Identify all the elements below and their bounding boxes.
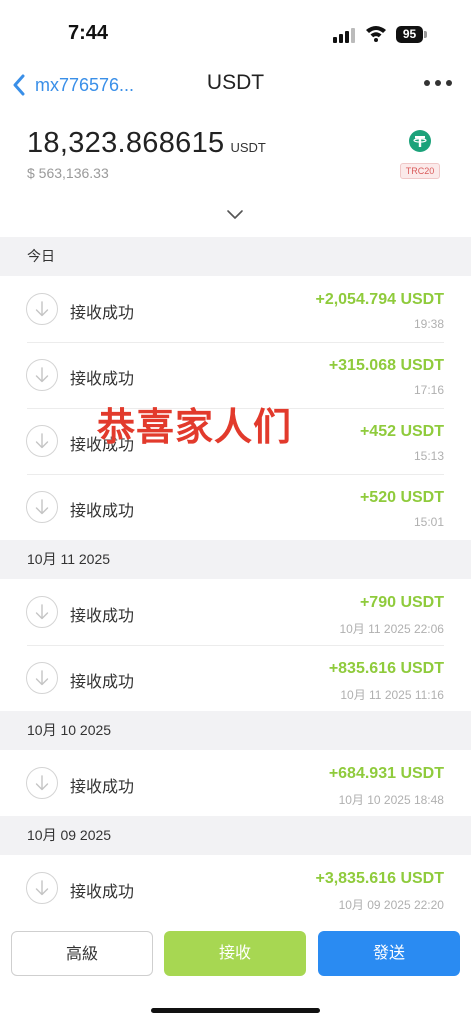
bottom-action-bar: 高級 接收 發送 (0, 916, 471, 1024)
transaction-status: 接收成功 (70, 305, 135, 322)
transaction-amount: +3,835.616 USDT (315, 870, 444, 887)
status-time: 7:44 (68, 22, 109, 44)
transaction-status: 接收成功 (70, 884, 135, 901)
receive-arrow-icon (26, 425, 58, 457)
account-name: mx776576... (35, 74, 135, 95)
transaction-status: 接收成功 (70, 674, 135, 691)
battery-indicator: 95 (396, 26, 423, 43)
section-header: 今日 (0, 237, 471, 276)
transaction-amount: +452 USDT (359, 423, 444, 440)
transaction-amount: +835.616 USDT (328, 660, 444, 677)
transaction-status: 接收成功 (70, 779, 135, 796)
home-indicator[interactable] (151, 1008, 320, 1013)
transaction-row[interactable]: 接收成功 +835.616 USDT 10月 11 2025 11:16 (0, 645, 471, 711)
transaction-row[interactable]: 接收成功 +790 USDT 10月 11 2025 22:06 (0, 579, 471, 645)
transaction-status: 接收成功 (70, 371, 135, 388)
receive-button[interactable]: 接收 (164, 931, 306, 976)
more-dot (446, 80, 452, 86)
send-button[interactable]: 發送 (318, 931, 460, 976)
more-dot (435, 80, 441, 86)
receive-arrow-icon (26, 596, 58, 628)
receive-arrow-icon (26, 767, 58, 799)
receive-arrow-icon (26, 872, 58, 904)
receive-arrow-icon (26, 293, 58, 325)
transaction-time: 19:38 (413, 317, 444, 331)
transaction-amount: +315.068 USDT (328, 357, 444, 374)
transaction-row[interactable]: 接收成功 +3,835.616 USDT 10月 09 2025 22:20 (0, 855, 471, 921)
tether-icon (409, 130, 431, 152)
section-header: 10月 10 2025 (0, 711, 471, 750)
network-badge: TRC20 (400, 163, 440, 179)
receive-arrow-icon (26, 662, 58, 694)
transaction-amount: +520 USDT (359, 489, 444, 506)
transaction-row[interactable]: 接收成功 +452 USDT 15:13 (0, 408, 471, 474)
transaction-status: 接收成功 (70, 503, 135, 520)
transaction-time: 15:01 (413, 515, 444, 529)
section-header: 10月 09 2025 (0, 816, 471, 855)
advanced-button[interactable]: 高級 (11, 931, 153, 976)
transaction-row[interactable]: 接收成功 +520 USDT 15:01 (0, 474, 471, 540)
transaction-row[interactable]: 接收成功 +315.068 USDT 17:16 (0, 342, 471, 408)
transaction-time: 10月 11 2025 22:06 (339, 622, 444, 636)
transaction-row[interactable]: 接收成功 +684.931 USDT 10月 10 2025 18:48 (0, 750, 471, 816)
back-chevron-icon (13, 74, 25, 96)
transaction-status: 接收成功 (70, 437, 135, 454)
wifi-icon (366, 26, 386, 42)
chevron-down-icon[interactable] (226, 208, 244, 220)
transaction-time: 17:16 (413, 383, 444, 397)
more-dot (424, 80, 430, 86)
transaction-amount: +684.931 USDT (328, 765, 444, 782)
back-button[interactable]: mx776576... (12, 71, 134, 99)
receive-arrow-icon (26, 491, 58, 523)
transaction-amount: +2,054.794 USDT (315, 291, 444, 308)
transaction-time: 10月 09 2025 22:20 (338, 898, 444, 912)
balance-unit: USDT (230, 140, 266, 155)
transaction-time: 15:13 (413, 449, 444, 463)
transaction-list[interactable]: 今日 接收成功 +2,054.794 USDT 19:38 接收成功 +315.… (0, 237, 471, 921)
transaction-amount: +790 USDT (359, 594, 444, 611)
status-bar: 7:44 95 (0, 0, 471, 62)
fiat-value: $ 563,136.33 (27, 165, 109, 181)
transaction-status: 接收成功 (70, 608, 135, 625)
balance-amount: 18,323.868615 (27, 127, 225, 159)
transaction-time: 10月 11 2025 11:16 (340, 688, 444, 702)
battery-tip (424, 31, 427, 38)
section-header: 10月 11 2025 (0, 540, 471, 579)
transaction-row[interactable]: 接收成功 +2,054.794 USDT 19:38 (0, 276, 471, 342)
receive-arrow-icon (26, 359, 58, 391)
balance: 18,323.868615 USDT (27, 127, 266, 160)
transaction-time: 10月 10 2025 18:48 (338, 793, 444, 807)
more-icon[interactable] (424, 76, 452, 90)
signal-icon (333, 28, 355, 43)
